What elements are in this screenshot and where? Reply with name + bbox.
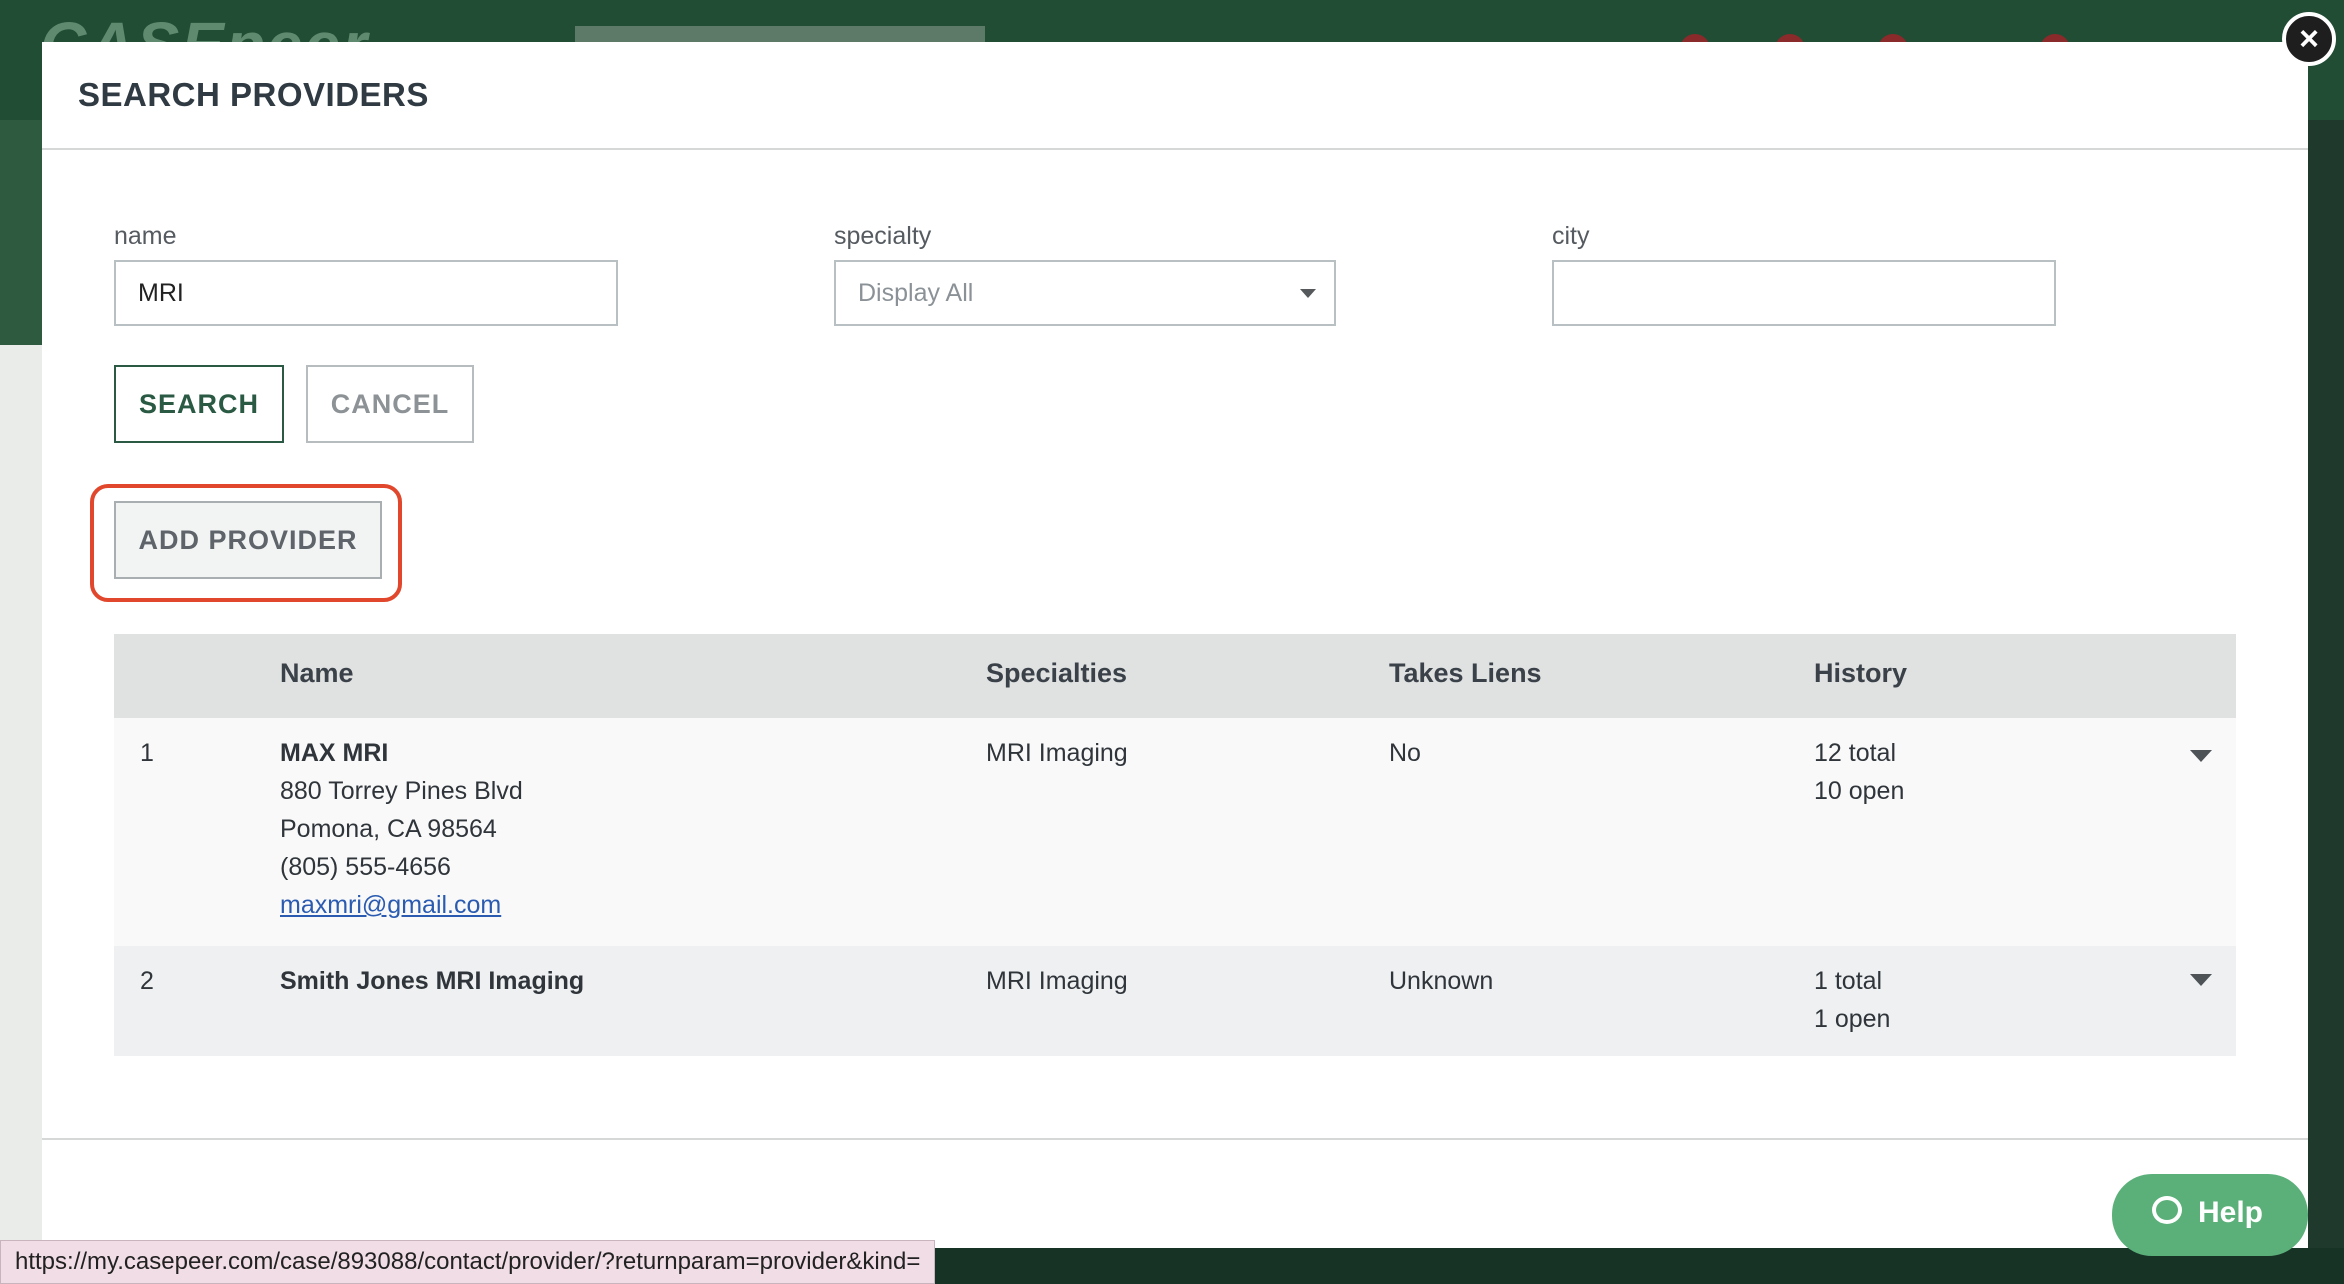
add-provider-button[interactable]: ADD PROVIDER bbox=[114, 501, 382, 579]
modal-title: SEARCH PROVIDERS bbox=[78, 76, 429, 113]
help-label: Help bbox=[2198, 1196, 2264, 1229]
provider-history: 1 total 1 open bbox=[1814, 962, 1890, 1038]
close-icon[interactable]: × bbox=[2282, 12, 2336, 66]
history-total: 12 total bbox=[1814, 739, 1897, 767]
expand-row-chevron-icon[interactable] bbox=[2190, 974, 2212, 986]
modal-footer-divider bbox=[42, 1138, 2308, 1140]
provider-takes-liens: No bbox=[1389, 739, 1421, 767]
provider-address-line2: Pomona, CA 98564 bbox=[280, 815, 497, 843]
provider-name[interactable]: Smith Jones MRI Imaging bbox=[280, 967, 584, 995]
table-row[interactable]: 1 MAX MRI 880 Torrey Pines Blvd Pomona, … bbox=[114, 718, 2236, 946]
history-total: 1 total bbox=[1814, 967, 1883, 995]
city-label: city bbox=[1552, 222, 1590, 250]
chevron-down-icon bbox=[1300, 289, 1316, 298]
provider-takes-liens: Unknown bbox=[1389, 967, 1494, 995]
provider-specialties: MRI Imaging bbox=[986, 739, 1128, 767]
row-index: 1 bbox=[140, 739, 154, 767]
status-bar-url: https://my.casepeer.com/case/893088/cont… bbox=[0, 1240, 936, 1284]
modal-header: SEARCH PROVIDERS bbox=[42, 42, 2308, 150]
search-button[interactable]: SEARCH bbox=[114, 365, 284, 443]
provider-details: MAX MRI 880 Torrey Pines Blvd Pomona, CA… bbox=[280, 734, 523, 924]
specialty-select[interactable]: Display All bbox=[834, 260, 1336, 326]
provider-details: Smith Jones MRI Imaging bbox=[280, 962, 584, 1000]
provider-address-line1: 880 Torrey Pines Blvd bbox=[280, 777, 523, 805]
provider-name[interactable]: MAX MRI bbox=[280, 739, 388, 767]
provider-history: 12 total 10 open bbox=[1814, 734, 1904, 810]
name-input[interactable]: MRI bbox=[114, 260, 618, 326]
specialty-label: specialty bbox=[834, 222, 932, 250]
search-providers-modal: SEARCH PROVIDERS name MRI specialty Disp… bbox=[42, 42, 2308, 1248]
provider-specialties: MRI Imaging bbox=[986, 967, 1128, 995]
city-input[interactable] bbox=[1552, 260, 2056, 326]
chat-bubble-icon bbox=[2152, 1196, 2182, 1224]
help-button[interactable]: Help bbox=[2112, 1174, 2308, 1256]
row-index: 2 bbox=[140, 967, 154, 995]
table-header: Name Specialties Takes Liens History bbox=[114, 634, 2236, 718]
column-header-history[interactable]: History bbox=[1814, 658, 1907, 689]
history-open: 1 open bbox=[1814, 1005, 1891, 1033]
column-header-specialties[interactable]: Specialties bbox=[986, 658, 1127, 689]
expand-row-chevron-icon[interactable] bbox=[2190, 750, 2212, 762]
table-row[interactable]: 2 Smith Jones MRI Imaging MRI Imaging Un… bbox=[114, 946, 2236, 1056]
provider-phone: (805) 555-4656 bbox=[280, 853, 451, 881]
column-header-name[interactable]: Name bbox=[280, 658, 354, 689]
name-label: name bbox=[114, 222, 177, 250]
specialty-selected-value: Display All bbox=[858, 279, 974, 307]
history-open: 10 open bbox=[1814, 777, 1905, 805]
providers-table: Name Specialties Takes Liens History 1 M… bbox=[114, 634, 2236, 1056]
column-header-takes-liens[interactable]: Takes Liens bbox=[1389, 658, 1542, 689]
provider-email-link[interactable]: maxmri@gmail.com bbox=[280, 891, 501, 919]
cancel-button[interactable]: CANCEL bbox=[306, 365, 474, 443]
